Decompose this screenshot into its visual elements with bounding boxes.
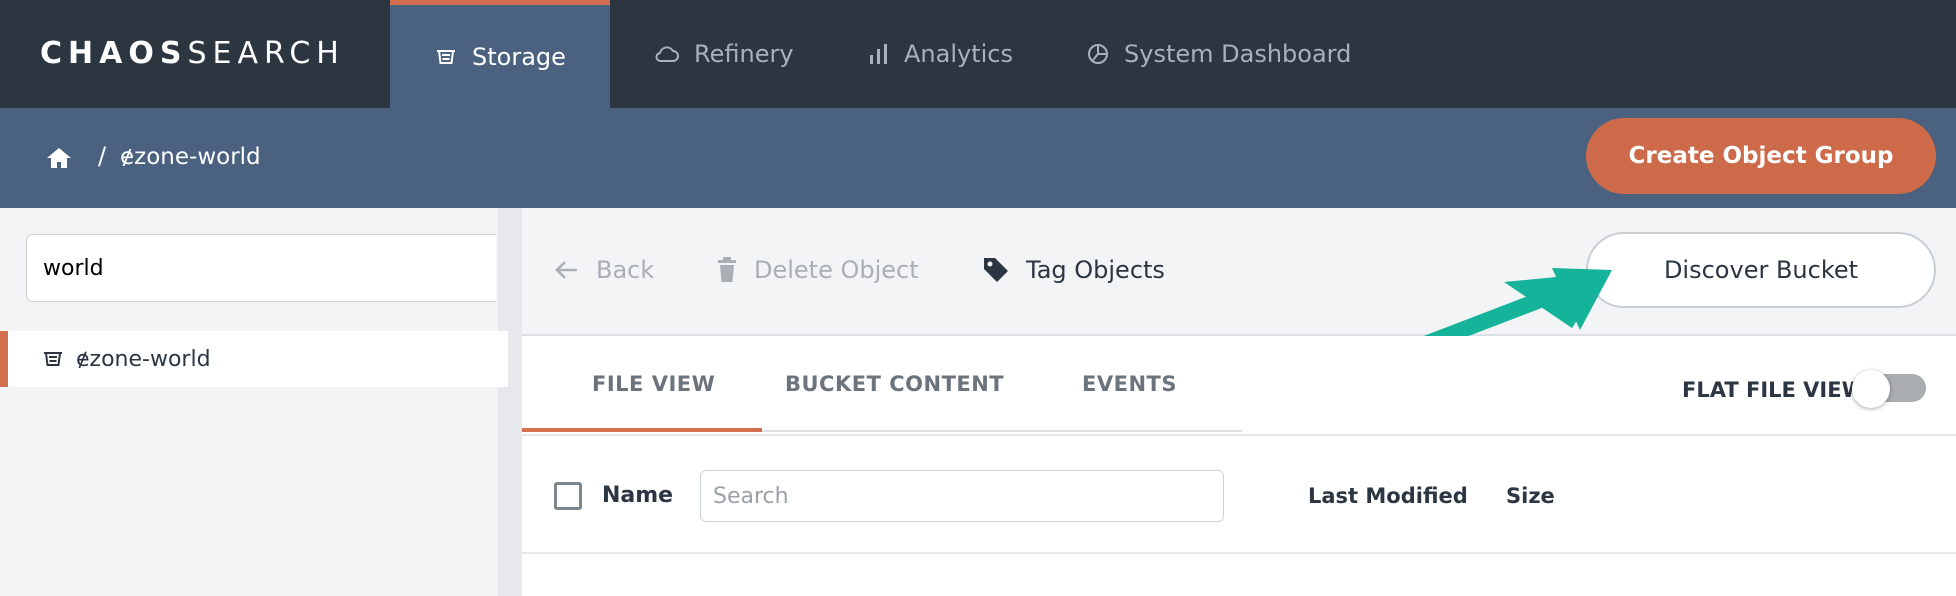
discover-bucket-button[interactable]: Discover Bucket xyxy=(1586,232,1936,308)
bucket-search-input[interactable] xyxy=(26,234,496,302)
tag-objects-button[interactable]: Tag Objects xyxy=(982,256,1165,284)
back-button[interactable]: Back xyxy=(554,256,654,284)
tab-divider xyxy=(762,430,1242,432)
sidebar-scrollbar[interactable] xyxy=(498,208,522,596)
nav-tab-refinery[interactable]: Refinery xyxy=(654,0,794,108)
storage-icon xyxy=(44,352,62,366)
tag-icon xyxy=(984,258,1008,282)
toggle-knob[interactable] xyxy=(1852,370,1890,408)
trash-icon xyxy=(718,257,736,282)
nav-tab-system-dashboard[interactable]: System Dashboard xyxy=(1086,0,1351,108)
cloud-icon xyxy=(655,46,679,62)
tab-events[interactable]: EVENTS xyxy=(1082,372,1177,396)
home-icon[interactable] xyxy=(46,146,72,170)
tab-bucket-content[interactable]: BUCKET CONTENT xyxy=(785,372,1004,396)
nav-tab-analytics[interactable]: Analytics xyxy=(868,0,1013,108)
flat-file-view-label: FLAT FILE VIEW xyxy=(1682,378,1865,402)
bucket-list-item[interactable]: ɇzone-world xyxy=(0,331,508,387)
tab-file-view[interactable]: FILE VIEW xyxy=(592,372,715,396)
column-header-name[interactable]: Name xyxy=(602,483,673,508)
storage-icon xyxy=(437,49,455,64)
breadcrumb-current[interactable]: ɇzone-world xyxy=(120,144,261,170)
nav-tab-storage[interactable]: Storage xyxy=(390,0,610,108)
breadcrumb-separator: / xyxy=(98,142,107,170)
arrow-left-icon xyxy=(555,261,577,279)
chaossearch-logo[interactable]: CHAOSSEARCH xyxy=(40,36,345,76)
dashboard-icon xyxy=(1088,44,1108,64)
delete-object-button[interactable]: Delete Object xyxy=(716,256,919,284)
name-search-input[interactable] xyxy=(700,470,1224,522)
create-object-group-button[interactable]: Create Object Group xyxy=(1586,118,1936,194)
select-all-checkbox[interactable] xyxy=(554,482,582,510)
column-header-size[interactable]: Size xyxy=(1506,484,1555,508)
top-nav: CHAOSSEARCH Storage Refinery Analytics S… xyxy=(0,0,1956,108)
bar-chart-icon xyxy=(870,44,887,64)
active-tab-indicator xyxy=(522,428,762,432)
column-header-last-modified[interactable]: Last Modified xyxy=(1308,484,1468,508)
